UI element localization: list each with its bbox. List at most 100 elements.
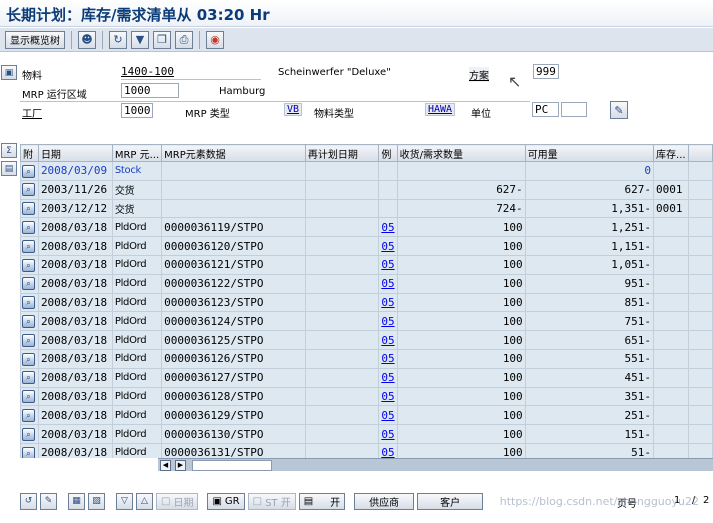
row-detail-icon[interactable]: ⌕ — [20, 348, 39, 369]
detail-magnifier-icon[interactable]: ⌕ — [22, 390, 35, 404]
date-button[interactable]: □ 日期 — [156, 492, 199, 510]
expand-icon[interactable]: ↺ — [20, 492, 37, 510]
unit-field[interactable]: PC — [532, 102, 559, 117]
row-detail-icon[interactable]: ⌕ — [20, 386, 39, 407]
color-icon[interactable]: ◉ — [206, 30, 224, 49]
row-detail-icon[interactable]: ⌕ — [20, 198, 39, 219]
table-row[interactable]: ⌕ 2008/03/18 PldOrd 0000036122/STPO 05 100 951… — [20, 273, 713, 294]
table-row[interactable]: ⌕ 2008/03/09 Stock 0 — [20, 161, 713, 181]
goods-receipt-button[interactable]: ▣ GR — [207, 492, 245, 510]
plant-field[interactable]: 1000 — [121, 103, 153, 118]
row-detail-icon[interactable]: ⌕ — [20, 442, 39, 458]
detail-magnifier-icon[interactable]: ⌕ — [22, 371, 35, 385]
cell-exception[interactable]: 05 — [378, 386, 398, 407]
table-row[interactable]: ⌕ 2008/03/18 PldOrd 0000036124/STPO 05 100 751… — [20, 311, 713, 332]
table-row[interactable]: ⌕ 2008/03/18 PldOrd 0000036121/STPO 05 100 1,0… — [20, 254, 713, 275]
table-row[interactable]: ⌕ 2003/12/12 交货 724- 1,351- 0001 — [20, 198, 713, 219]
display-overview-tree-button[interactable]: 显示概览树 — [5, 30, 65, 49]
detail-magnifier-icon[interactable]: ⌕ — [22, 315, 35, 329]
scenario-field[interactable]: 999 — [533, 64, 559, 79]
cell-exception[interactable] — [378, 161, 398, 181]
tree-icon[interactable]: ▤ — [1, 161, 17, 176]
cell-exception[interactable] — [378, 179, 398, 200]
horizontal-scrollbar[interactable]: ◀ ▶ — [158, 458, 713, 471]
scroll-right-icon[interactable]: ▶ — [175, 460, 186, 471]
table-row[interactable]: ⌕ 2003/11/26 交货 627- 627- 0001 — [20, 179, 713, 200]
cell-exception[interactable]: 05 — [378, 348, 398, 369]
mrp-area-field[interactable]: 1000 — [121, 83, 179, 98]
col-header-reschedule-date[interactable]: 再计划日期 — [304, 144, 380, 162]
detail-magnifier-icon[interactable]: ⌕ — [22, 409, 35, 422]
hierarchy-icon[interactable]: ▦ — [68, 492, 85, 510]
cell-exception[interactable]: 05 — [378, 405, 398, 426]
table-row[interactable]: ⌕ 2008/03/18 PldOrd 0000036127/STPO 05 100 451… — [20, 367, 713, 388]
detail-magnifier-icon[interactable]: ⌕ — [22, 277, 35, 291]
row-detail-icon[interactable]: ⌕ — [20, 367, 39, 388]
detail-magnifier-icon[interactable]: ⌕ — [22, 446, 35, 458]
detail-magnifier-icon[interactable]: ⌕ — [22, 333, 35, 347]
detail-magnifier-icon[interactable]: ⌕ — [22, 296, 35, 310]
row-detail-icon[interactable]: ⌕ — [20, 236, 39, 256]
table-row[interactable]: ⌕ 2008/03/18 PldOrd 0000036131/STPO 05 100 51- — [20, 442, 713, 458]
material-type-value[interactable]: HAWA — [425, 103, 456, 116]
open-button[interactable]: ▤ 开 — [298, 492, 346, 510]
table-row[interactable]: ⌕ 2008/03/18 PldOrd 0000036120/STPO 05 100 1,1… — [20, 236, 713, 256]
table-row[interactable]: ⌕ 2008/03/18 PldOrd 0000036119/STPO 05 100 1,2… — [20, 217, 713, 238]
detail-magnifier-icon[interactable]: ⌕ — [22, 258, 35, 272]
unit-extra-field[interactable] — [561, 102, 587, 117]
col-header-storage-location[interactable]: 库存... — [653, 144, 689, 162]
pencil-icon[interactable]: ✎ — [40, 492, 57, 510]
cell-exception[interactable]: 05 — [378, 442, 398, 458]
col-header-exception[interactable]: 例 — [378, 144, 398, 162]
row-detail-icon[interactable]: ⌕ — [20, 330, 39, 350]
detail-magnifier-icon[interactable]: ⌕ — [22, 427, 35, 441]
row-detail-icon[interactable]: ⌕ — [20, 311, 39, 332]
detail-magnifier-icon[interactable]: ⌕ — [22, 202, 35, 216]
vendor-button[interactable]: 供应商 — [354, 492, 415, 510]
cell-exception[interactable]: 05 — [378, 292, 398, 313]
col-header-receipt-requirement[interactable]: 收货/需求数量 — [396, 144, 526, 162]
col-header-date[interactable]: 日期 — [37, 144, 113, 162]
mrp-type-value[interactable]: VB — [284, 103, 303, 116]
cell-exception[interactable]: 05 — [378, 236, 398, 256]
sort-down-icon[interactable]: ▽ — [116, 492, 133, 510]
table-row[interactable]: ⌕ 2008/03/18 PldOrd 0000036126/STPO 05 100 551… — [20, 348, 713, 369]
cell-exception[interactable]: 05 — [378, 367, 398, 388]
table-row[interactable]: ⌕ 2008/03/18 PldOrd 0000036128/STPO 05 100 351… — [20, 386, 713, 407]
scrollbar-thumb[interactable] — [192, 460, 272, 471]
detail-magnifier-icon[interactable]: ⌕ — [22, 164, 35, 178]
row-detail-icon[interactable]: ⌕ — [20, 292, 39, 313]
scroll-left-icon[interactable]: ◀ — [160, 460, 171, 471]
sort-up-icon[interactable]: △ — [136, 492, 153, 510]
table-row[interactable]: ⌕ 2008/03/18 PldOrd 0000036125/STPO 05 100 651… — [20, 330, 713, 350]
col-header-element-data[interactable]: MRP元素数据 — [161, 144, 306, 162]
detail-magnifier-icon[interactable]: ⌕ — [22, 239, 35, 253]
row-detail-icon[interactable]: ⌕ — [20, 217, 39, 238]
material-icon[interactable]: ▣ — [1, 65, 17, 80]
hierarchy-alt-icon[interactable]: ▧ — [88, 492, 105, 510]
edit-icon[interactable]: ✎ — [610, 101, 628, 119]
col-header-attach[interactable]: 附 — [20, 144, 39, 162]
sum-icon[interactable]: Σ — [1, 143, 17, 158]
detail-magnifier-icon[interactable]: ⌕ — [22, 183, 35, 197]
table-row[interactable]: ⌕ 2008/03/18 PldOrd 0000036129/STPO 05 100 251… — [20, 405, 713, 426]
refresh-icon[interactable]: ↻ — [109, 30, 127, 49]
customer-button[interactable]: 客户 — [417, 492, 484, 510]
col-header-mrp-element[interactable]: MRP 元... — [111, 144, 163, 162]
person-icon[interactable]: ☻ — [78, 30, 96, 49]
cell-exception[interactable]: 05 — [378, 254, 398, 275]
table-row[interactable]: ⌕ 2008/03/18 PldOrd 0000036123/STPO 05 100 851… — [20, 292, 713, 313]
cell-exception[interactable]: 05 — [378, 424, 398, 444]
detail-magnifier-icon[interactable]: ⌕ — [22, 221, 35, 235]
row-detail-icon[interactable]: ⌕ — [20, 254, 39, 275]
cell-exception[interactable]: 05 — [378, 273, 398, 294]
cell-exception[interactable] — [378, 198, 398, 219]
row-detail-icon[interactable]: ⌕ — [20, 405, 39, 426]
col-header-available-qty[interactable]: 可用量 — [524, 144, 655, 162]
copy-icon[interactable]: ❐ — [153, 30, 171, 49]
filter-icon[interactable]: ▼ — [131, 30, 149, 49]
row-detail-icon[interactable]: ⌕ — [20, 179, 39, 200]
row-detail-icon[interactable]: ⌕ — [20, 161, 39, 181]
cell-exception[interactable]: 05 — [378, 217, 398, 238]
material-field[interactable]: 1400-100 — [121, 65, 174, 78]
